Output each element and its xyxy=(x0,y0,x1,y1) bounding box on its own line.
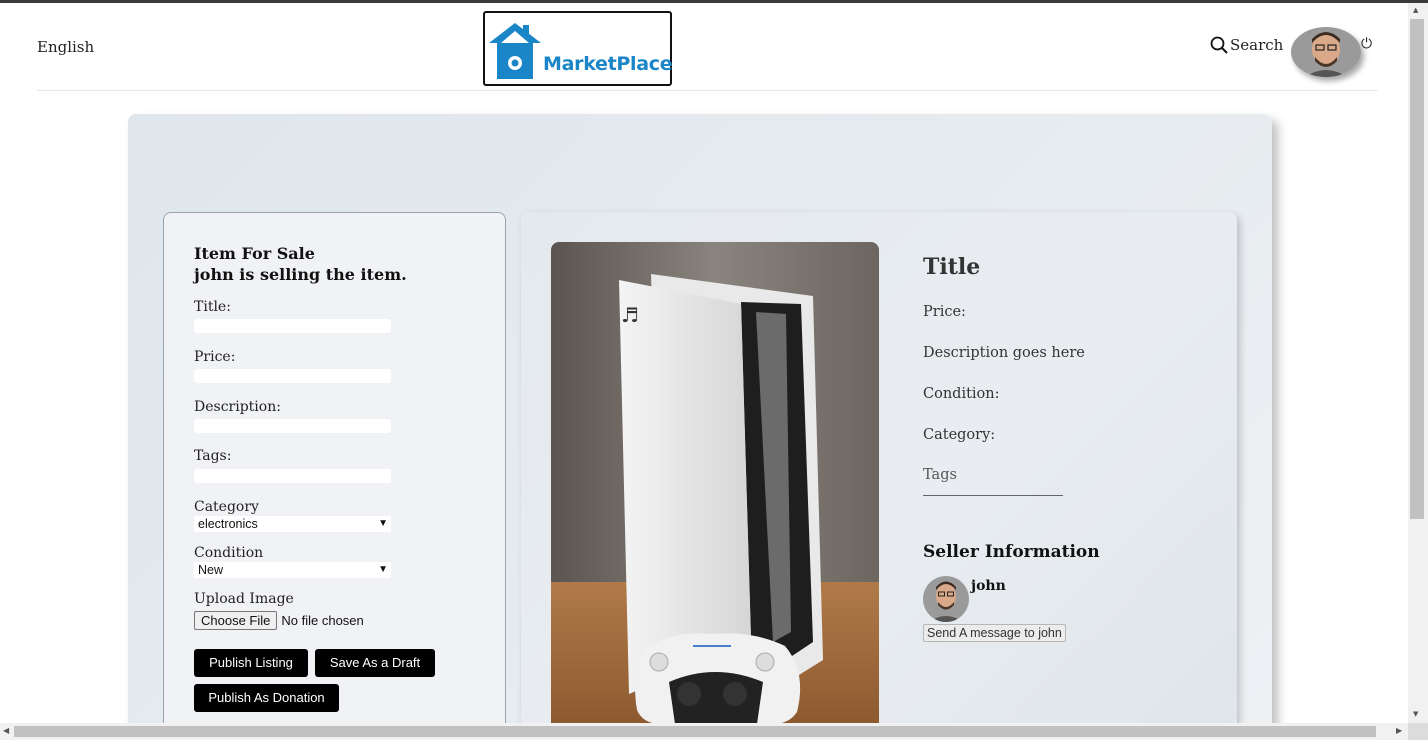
marketplace-logo[interactable]: MarketPlace xyxy=(483,11,673,86)
user-avatar[interactable] xyxy=(1291,27,1361,77)
seller-avatar[interactable] xyxy=(923,576,969,622)
preview-price: Price: xyxy=(923,304,966,320)
condition-select[interactable]: New ▼ xyxy=(194,562,391,578)
vertical-scroll-thumb[interactable] xyxy=(1410,19,1424,519)
horizontal-scrollbar[interactable]: ◀ ▶ xyxy=(0,723,1408,740)
form-heading-title: Item For Sale xyxy=(194,244,315,263)
upload-label: Upload Image xyxy=(194,591,294,607)
scroll-left-icon[interactable]: ◀ xyxy=(3,726,9,735)
preview-tags: Tags xyxy=(923,467,1063,496)
preview-description: Description goes here xyxy=(923,345,1085,361)
seller-info-heading: Seller Information xyxy=(923,542,1100,562)
condition-label: Condition xyxy=(194,545,264,561)
logo-text: MarketPlace xyxy=(543,53,673,75)
preview-condition: Condition: xyxy=(923,386,1000,402)
publish-listing-button[interactable]: Publish Listing xyxy=(194,649,308,677)
seller-name[interactable]: john xyxy=(971,578,1006,594)
scrollbar-corner xyxy=(1408,723,1428,740)
condition-value: New xyxy=(198,563,224,577)
search-icon xyxy=(1210,36,1228,54)
preview-title: Title xyxy=(923,254,981,280)
category-label: Category xyxy=(194,499,259,515)
search-button[interactable]: Search xyxy=(1210,36,1283,54)
title-input[interactable] xyxy=(194,319,391,333)
scroll-up-icon[interactable]: ▲ xyxy=(1413,6,1418,14)
svg-text:♬: ♬ xyxy=(621,303,639,327)
power-icon[interactable]: ⏻ xyxy=(1361,36,1372,52)
save-draft-button[interactable]: Save As a Draft xyxy=(315,649,435,677)
product-image: ♬ xyxy=(551,242,879,724)
file-upload: Choose File No file chosen xyxy=(194,611,364,630)
chevron-down-icon: ▼ xyxy=(378,564,388,575)
publish-donation-button[interactable]: Publish As Donation xyxy=(194,684,339,712)
listing-preview: ♬ Title Price: Description goes here Con… xyxy=(521,212,1237,740)
price-label: Price: xyxy=(194,349,236,365)
listing-form: Item For Sale john is selling the item. … xyxy=(163,212,506,740)
horizontal-scroll-thumb[interactable] xyxy=(14,726,1376,737)
house-logo-icon xyxy=(489,23,541,79)
tags-label: Tags: xyxy=(194,448,232,464)
search-label: Search xyxy=(1230,36,1284,54)
description-input[interactable] xyxy=(194,419,391,433)
file-status: No file chosen xyxy=(281,613,364,628)
category-select[interactable]: electronics ▼ xyxy=(194,516,391,532)
language-selector[interactable]: English xyxy=(37,38,94,56)
scroll-down-icon[interactable]: ▼ xyxy=(1413,710,1418,718)
chevron-down-icon: ▼ xyxy=(378,518,388,529)
preview-category: Category: xyxy=(923,427,996,443)
send-message-button[interactable]: Send A message to john xyxy=(923,624,1066,642)
description-label: Description: xyxy=(194,399,281,415)
price-input[interactable] xyxy=(194,369,391,383)
form-heading: Item For Sale john is selling the item. xyxy=(194,243,407,285)
vertical-scrollbar[interactable]: ▲ ▼ xyxy=(1408,3,1428,723)
tags-input[interactable] xyxy=(194,469,391,483)
category-value: electronics xyxy=(198,517,258,531)
form-heading-subtitle: john is selling the item. xyxy=(194,265,407,284)
title-label: Title: xyxy=(194,299,231,315)
choose-file-button[interactable]: Choose File xyxy=(194,611,278,630)
site-header: English MarketPlace Search ⏻ xyxy=(37,3,1378,91)
scroll-right-icon[interactable]: ▶ xyxy=(1396,726,1402,735)
